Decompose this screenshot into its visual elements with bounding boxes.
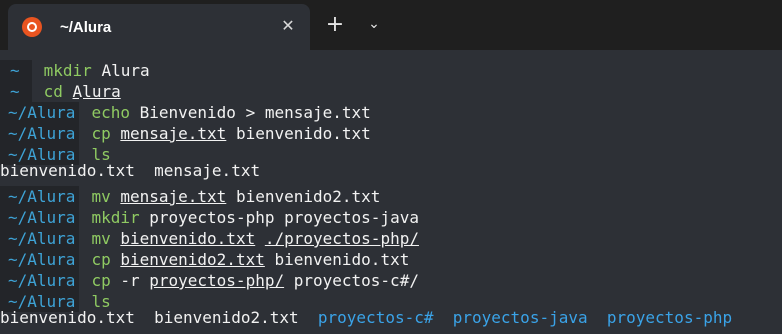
prompt-separator bbox=[79, 265, 84, 286]
output-text: bienvenido.txt mensaje.txt bbox=[0, 161, 261, 180]
command-line: ~ mkdir Alura bbox=[0, 55, 150, 81]
command-argument: bienvenido.txt bbox=[226, 124, 371, 143]
prompt-separator bbox=[31, 55, 36, 76]
command-argument: proyectos-c#/ bbox=[284, 271, 419, 290]
directory-entry: proyectos-c# bbox=[317, 308, 434, 327]
prompt-separator bbox=[79, 118, 84, 139]
tab-alura[interactable]: ~/Alura ✕ bbox=[8, 4, 310, 50]
ubuntu-logo-icon bbox=[22, 17, 42, 37]
prompt-separator bbox=[79, 223, 84, 244]
tab-title: ~/Alura bbox=[60, 18, 112, 36]
terminal-output[interactable]: ~ mkdir Alura ~ cd Alura ~/Alura echo Bienven… bbox=[0, 50, 782, 334]
command-line: ~/Alura cp bienvenido2.txt bienvenido.txt bbox=[0, 244, 409, 270]
title-bar: ~/Alura ✕ + ⌄ bbox=[0, 0, 782, 50]
prompt-separator bbox=[79, 286, 84, 307]
command-line: ~/Alura mv mensaje.txt bienvenido2.txt bbox=[0, 181, 380, 207]
command-line: ~/Alura mkdir proyectos-php proyectos-jav… bbox=[0, 202, 419, 228]
output-text: bienvenido.txt bienvenido2.txt bbox=[0, 308, 318, 327]
tab-dropdown-chevron-icon[interactable]: ⌄ bbox=[364, 13, 384, 35]
command-line: ~/Alura cp -r proyectos-php/ proyectos-c#… bbox=[0, 265, 419, 291]
prompt-separator bbox=[79, 139, 84, 160]
prompt-separator bbox=[79, 181, 84, 202]
command-argument bbox=[111, 124, 121, 143]
directory-entry: proyectos-php bbox=[606, 308, 733, 327]
prompt-separator bbox=[31, 76, 36, 97]
command-line: ~/Alura cp mensaje.txt bienvenido.txt bbox=[0, 118, 371, 144]
command-line: ~/Alura mv bienvenido.txt ./proyectos-php… bbox=[0, 223, 419, 249]
command-argument: -r bbox=[110, 271, 150, 290]
command-line: ~/Alura ls bbox=[0, 286, 111, 312]
path-argument: proyectos-php/ bbox=[149, 271, 285, 290]
prompt-separator bbox=[79, 202, 84, 223]
path-argument: mensaje.txt bbox=[120, 124, 227, 143]
output-line: bienvenido.txt bienvenido2.txt proyectos… bbox=[0, 307, 732, 328]
output-line: bienvenido.txt mensaje.txt bbox=[0, 160, 260, 181]
close-tab-icon[interactable]: ✕ bbox=[278, 16, 298, 36]
command-line: ~/Alura echo Bienvenido > mensaje.txt bbox=[0, 97, 371, 123]
prompt-separator bbox=[79, 244, 84, 265]
command-line: ~/Alura ls bbox=[0, 139, 111, 165]
prompt-separator bbox=[79, 97, 84, 118]
directory-entry: proyectos-java bbox=[452, 308, 588, 327]
new-tab-button[interactable]: + bbox=[324, 14, 346, 36]
command-line: ~ cd Alura bbox=[0, 76, 121, 102]
